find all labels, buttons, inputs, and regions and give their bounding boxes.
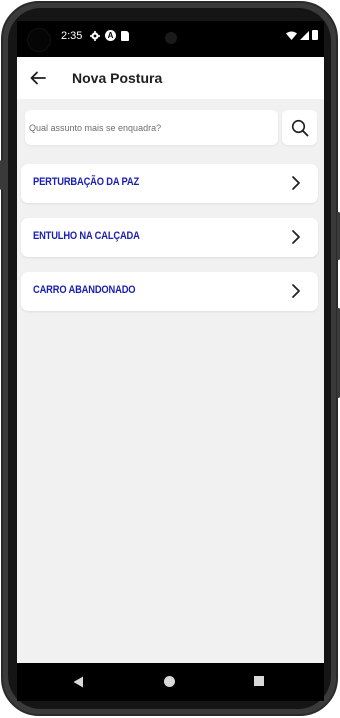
list-item-carro-abandonado[interactable]: CARRO ABANDONADO — [21, 272, 318, 311]
nav-recents-icon[interactable] — [254, 676, 264, 686]
page-title: Nova Postura — [72, 70, 163, 86]
left-side-button — [0, 160, 3, 190]
status-time: 2:35 — [61, 30, 83, 42]
front-camera — [165, 32, 177, 44]
wifi-icon — [286, 31, 297, 40]
chevron-right-icon — [292, 176, 300, 190]
chevron-right-icon — [292, 230, 300, 244]
signal-icon — [300, 30, 309, 40]
app-bar: Nova Postura — [17, 57, 324, 99]
status-icons-left: A — [90, 30, 129, 41]
main-content: PERTURBAÇÃO DA PAZ ENTULHO NA CALÇADA CA… — [17, 99, 324, 663]
nav-back-icon[interactable] — [73, 676, 84, 688]
status-bar: 2:35 A — [17, 21, 324, 57]
search-icon — [291, 119, 308, 136]
sd-card-icon — [121, 30, 129, 41]
camera-cutout — [27, 28, 51, 52]
status-icons-right — [286, 30, 318, 40]
back-button[interactable] — [25, 65, 51, 91]
screen: 2:35 A Nova Postura Qual assunto mais se… — [17, 21, 324, 701]
search-button[interactable] — [282, 110, 317, 145]
list-item-entulho-na-calcada[interactable]: ENTULHO NA CALÇADA — [21, 218, 318, 257]
list-item-label: PERTURBAÇÃO DA PAZ — [33, 176, 140, 188]
list-item-label: ENTULHO NA CALÇADA — [33, 230, 140, 242]
search-input[interactable] — [25, 110, 278, 145]
battery-icon — [312, 30, 318, 40]
arrow-left-icon — [30, 71, 46, 85]
list-item-label: CARRO ABANDONADO — [33, 284, 136, 296]
gear-icon — [90, 30, 100, 41]
list-item-perturbacao-da-paz[interactable]: PERTURBAÇÃO DA PAZ — [21, 164, 318, 203]
chevron-right-icon — [292, 284, 300, 298]
a-icon: A — [105, 30, 116, 41]
nav-home-icon[interactable] — [164, 676, 175, 687]
system-nav-bar — [17, 663, 324, 701]
